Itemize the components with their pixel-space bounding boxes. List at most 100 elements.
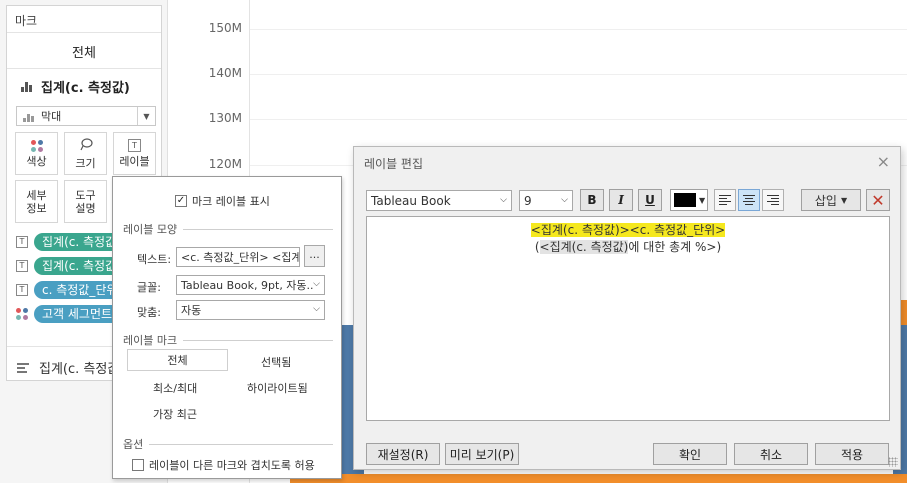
text-t-icon: T (16, 235, 28, 248)
lines-icon (17, 362, 29, 373)
size-button[interactable]: 크기 (64, 132, 107, 175)
chevron-down-icon: ▼ (699, 195, 706, 205)
color-dots-icon (16, 307, 28, 320)
chevron-down-icon[interactable]: ▼ (137, 107, 155, 125)
underline-button[interactable]: U (638, 189, 662, 211)
close-icon[interactable]: × (877, 152, 890, 171)
marks-aggregate-tab-bottom[interactable]: 집계(c. 측정값) (17, 358, 124, 377)
clear-icon[interactable]: ✕ (866, 189, 890, 211)
alignment-label: 맞춤: (137, 306, 161, 319)
section-options: 옵션 (123, 436, 333, 452)
editor-line-1: <집계(c. 측정값)><c. 측정값_단위> (367, 222, 889, 239)
section-label-marks: 레이블 마크 (123, 332, 333, 348)
field-token: <집계(c. 측정값)><c. 측정값_단위> (530, 223, 726, 237)
tooltip-button-label: 도구 설명 (75, 188, 96, 215)
marks-title: 마크 (15, 14, 38, 28)
apply-button[interactable]: 적용 (815, 443, 889, 465)
gridline (250, 29, 907, 30)
color-swatch (674, 193, 696, 207)
y-tick-label: 130M (208, 111, 242, 125)
bar-chart-icon (23, 111, 35, 122)
chevron-down-icon: ⌵ (313, 304, 320, 314)
divider (7, 68, 161, 69)
preview-button[interactable]: 미리 보기(P) (445, 443, 519, 465)
text-t-icon: T (16, 283, 28, 296)
mark-type-value: 막대 (41, 110, 62, 123)
resize-grip-icon[interactable] (888, 457, 898, 467)
section-title: 옵션 (123, 438, 144, 451)
font-label: 글꼴: (137, 281, 161, 294)
mark-type-dropdown[interactable]: 막대 ▼ (16, 106, 156, 126)
label-button-label: 레이블 (119, 155, 150, 168)
italic-button[interactable]: I (609, 189, 633, 211)
font-color-button[interactable]: ▼ (670, 189, 708, 211)
reset-button[interactable]: 재설정(R) (366, 443, 440, 465)
align-right-button[interactable] (762, 189, 784, 211)
mark-option-selected[interactable]: 선택됨 (261, 354, 291, 370)
mark-option-all[interactable]: 전체 (127, 349, 228, 371)
font-family-select[interactable]: Tableau Book ⌵ (366, 190, 512, 211)
editor-line-2: (<집계(c. 측정값)에 대한 총계 %>) (534, 240, 722, 254)
edit-text-button[interactable]: ... (304, 245, 325, 267)
section-title: 레이블 모양 (123, 223, 178, 236)
y-tick-label: 120M (208, 157, 242, 171)
alignment-dropdown[interactable]: 자동 ⌵ (176, 300, 325, 320)
allow-overlap-option[interactable]: 레이블이 다른 마크와 겹치도록 허용 (132, 457, 315, 473)
alignment-value: 자동 (181, 304, 202, 317)
show-labels-option[interactable]: ✓ 마크 레이블 표시 (175, 193, 270, 209)
text-t-icon: T (16, 259, 28, 272)
chevron-down-icon: ▼ (840, 195, 848, 205)
cancel-button[interactable]: 취소 (734, 443, 808, 465)
font-size-value: 9 (524, 193, 532, 208)
detail-button-label: 세부 정보 (26, 188, 47, 215)
marks-aggregate-label: 집계(c. 측정값) (41, 81, 130, 96)
lasso-icon (79, 137, 93, 154)
label-text-editor[interactable]: <집계(c. 측정값)><c. 측정값_단위> (<집계(c. 측정값)에 대한… (366, 216, 890, 421)
marks-all-tab[interactable]: 전체 (7, 42, 161, 61)
mark-option-minmax[interactable]: 최소/최대 (153, 380, 197, 396)
dialog-title: 레이블 편집 (364, 157, 424, 171)
chevron-down-icon: ⌵ (561, 195, 568, 205)
font-dropdown[interactable]: Tableau Book, 9pt, 자동.. ⌵ (176, 275, 325, 295)
detail-button[interactable]: 세부 정보 (15, 180, 58, 223)
mark-option-most-recent[interactable]: 가장 최근 (153, 406, 197, 422)
color-button-label: 색상 (26, 154, 47, 168)
gridline (250, 119, 907, 120)
allow-overlap-checkbox[interactable] (132, 459, 144, 471)
show-labels-text: 마크 레이블 표시 (192, 195, 270, 208)
text-label: 텍스트: (137, 253, 172, 266)
font-size-select[interactable]: 9 ⌵ (519, 190, 573, 211)
color-button[interactable]: 색상 (15, 132, 58, 175)
section-title: 레이블 마크 (123, 334, 178, 347)
size-button-label: 크기 (75, 157, 96, 170)
chevron-down-icon: ⌵ (313, 279, 320, 289)
text-field[interactable]: <c. 측정값_단위> <집계 (176, 247, 300, 267)
align-center-button[interactable] (738, 189, 760, 211)
insert-button[interactable]: 삽입 ▼ (801, 189, 861, 211)
section-appearance: 레이블 모양 (123, 221, 333, 237)
chart-bar[interactable] (290, 474, 907, 483)
field-token: <집계(c. 측정값) (539, 240, 629, 254)
edit-label-dialog: 레이블 편집 × Tableau Book ⌵ 9 ⌵ B I U ▼ 삽입 ▼… (353, 146, 901, 470)
ok-button[interactable]: 확인 (653, 443, 727, 465)
marks-aggregate-tab[interactable]: 집계(c. 측정값) (21, 77, 130, 96)
color-dots-icon (30, 139, 43, 152)
allow-overlap-text: 레이블이 다른 마크와 겹치도록 허용 (149, 459, 315, 472)
divider (7, 32, 161, 33)
gridline (250, 74, 907, 75)
label-popup: ✓ 마크 레이블 표시 레이블 모양 텍스트: <c. 측정값_단위> <집계 … (112, 176, 342, 479)
font-family-value: Tableau Book (371, 193, 451, 208)
mark-option-highlighted[interactable]: 하이라이트됨 (247, 380, 308, 396)
tooltip-button[interactable]: 도구 설명 (64, 180, 107, 223)
text-t-icon: T (128, 139, 141, 152)
y-tick-label: 140M (208, 66, 242, 80)
bold-button[interactable]: B (580, 189, 604, 211)
align-left-button[interactable] (714, 189, 736, 211)
bar-chart-icon (21, 81, 33, 92)
y-tick-label: 150M (208, 21, 242, 35)
font-value: Tableau Book, 9pt, 자동.. (181, 279, 314, 292)
label-button[interactable]: T 레이블 (113, 132, 156, 175)
show-labels-checkbox[interactable]: ✓ (175, 195, 187, 207)
chevron-down-icon: ⌵ (500, 195, 507, 205)
insert-button-label: 삽입 (814, 193, 837, 208)
